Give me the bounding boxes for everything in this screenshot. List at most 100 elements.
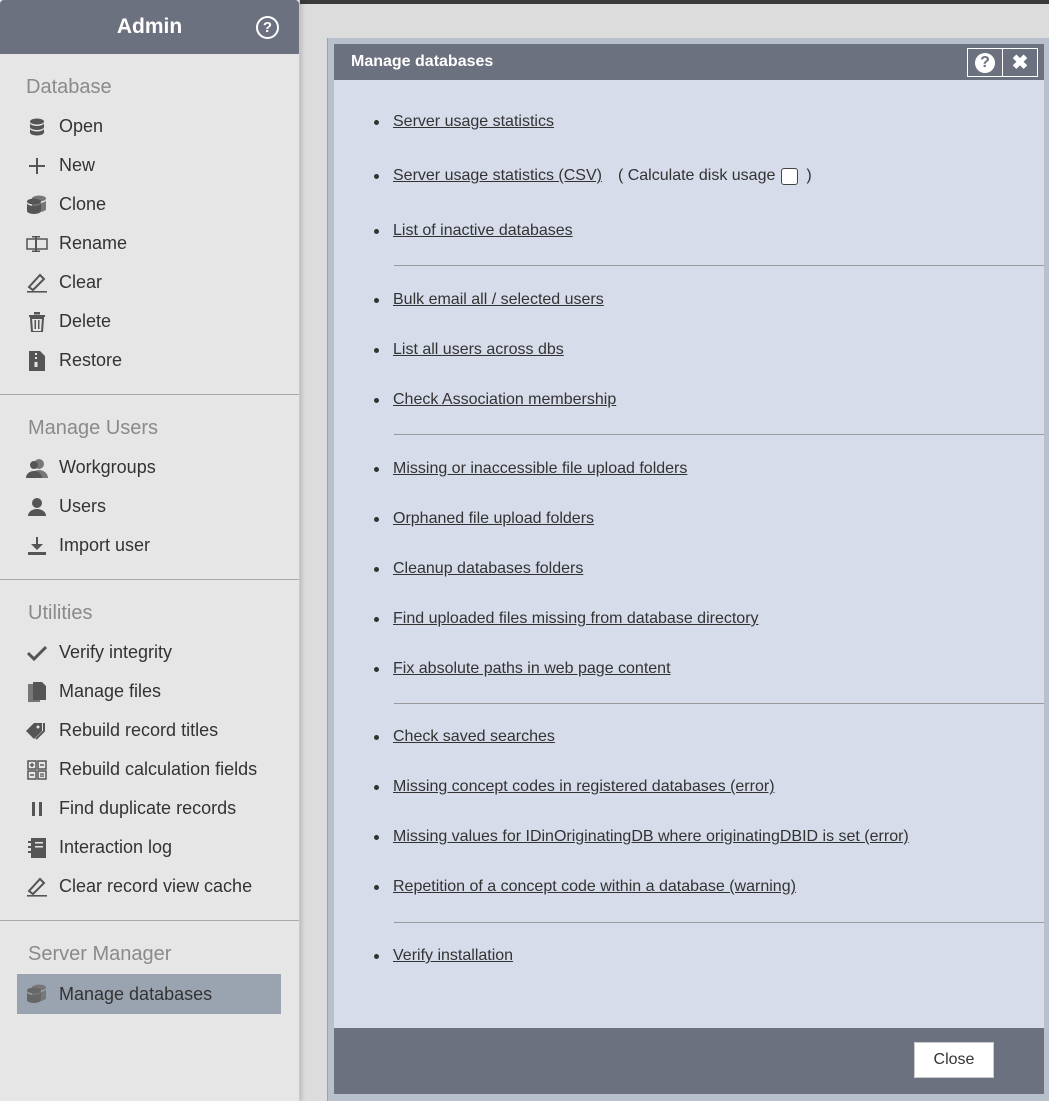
link-missing-upload-folders[interactable]: Missing or inaccessible file upload fold… xyxy=(393,460,687,478)
sidebar-item-open[interactable]: Open xyxy=(0,107,299,146)
sidebar-item-manage-databases[interactable]: Manage databases xyxy=(17,974,281,1014)
sidebar-title: Admin xyxy=(116,15,183,38)
archive-file-icon xyxy=(26,350,48,372)
eraser-icon xyxy=(26,876,48,898)
top-border xyxy=(300,0,1049,4)
list-item: Repetition of a concept code within a da… xyxy=(374,875,796,899)
sidebar-item-label: Import user xyxy=(59,535,151,555)
sidebar-item-workgroups[interactable]: Workgroups xyxy=(0,448,299,487)
bullet xyxy=(374,834,379,840)
sidebar-item-label: Users xyxy=(59,496,107,516)
bullet xyxy=(374,666,379,672)
list-item: Check saved searches xyxy=(374,725,555,749)
list-item: Missing or inaccessible file upload fold… xyxy=(374,457,687,481)
help-button[interactable]: ? xyxy=(968,49,1002,76)
link-cleanup-folders[interactable]: Cleanup databases folders xyxy=(393,560,583,578)
divider xyxy=(394,922,1044,923)
dialog-header-buttons: ? ✖ xyxy=(967,48,1038,77)
sidebar-item-find-duplicates[interactable]: Find duplicate records xyxy=(0,789,299,828)
close-x-button[interactable]: ✖ xyxy=(1002,49,1037,76)
list-item: Missing values for IDinOriginatingDB whe… xyxy=(374,825,909,849)
sidebar-item-restore[interactable]: Restore xyxy=(0,341,299,380)
divider xyxy=(394,265,1044,266)
divider xyxy=(394,703,1044,704)
bullet xyxy=(374,466,379,472)
dialog-footer: Close xyxy=(334,1028,1044,1094)
database-icon xyxy=(26,983,48,1005)
sidebar-item-delete[interactable]: Delete xyxy=(0,302,299,341)
bullet xyxy=(374,566,379,572)
divider xyxy=(394,434,1044,435)
link-concept-code-repetition[interactable]: Repetition of a concept code within a da… xyxy=(393,878,796,896)
link-server-usage-statistics-csv[interactable]: Server usage statistics (CSV) xyxy=(393,167,602,185)
sidebar-item-label: Delete xyxy=(59,311,112,331)
sidebar-item-interaction-log[interactable]: Interaction log xyxy=(0,828,299,867)
manage-databases-panel: Manage databases ? ✖ Server usage statis… xyxy=(327,38,1049,1101)
section-utilities: Utilities Verify integrity Manage files … xyxy=(0,580,299,921)
admin-sidebar: Admin ? Database Open New Clone Rename C… xyxy=(0,0,300,1101)
list-item: Server usage statistics (CSV) ( Calculat… xyxy=(374,164,812,188)
calculate-disk-usage-option: ( Calculate disk usage ) xyxy=(618,167,812,185)
calculate-disk-usage-checkbox[interactable] xyxy=(781,167,799,185)
list-item: Fix absolute paths in web page content xyxy=(374,657,671,681)
sidebar-item-label: Interaction log xyxy=(59,837,173,857)
link-missing-concept-codes[interactable]: Missing concept codes in registered data… xyxy=(393,778,775,796)
link-verify-installation[interactable]: Verify installation xyxy=(393,947,513,965)
list-item: Server usage statistics xyxy=(374,110,554,134)
sidebar-item-label: Rename xyxy=(59,233,128,253)
sidebar-item-label: Workgroups xyxy=(59,457,156,477)
section-manage-users: Manage Users Workgroups Users Import use… xyxy=(0,395,299,580)
close-button[interactable]: Close xyxy=(914,1042,994,1078)
help-icon[interactable]: ? xyxy=(256,16,279,39)
link-missing-idin-values[interactable]: Missing values for IDinOriginatingDB whe… xyxy=(393,828,909,846)
sidebar-item-clone[interactable]: Clone xyxy=(0,185,299,224)
sidebar-item-new[interactable]: New xyxy=(0,146,299,185)
section-server-manager: Server Manager Manage databases xyxy=(0,921,299,1028)
trash-icon xyxy=(26,311,48,333)
link-find-uploaded-files[interactable]: Find uploaded files missing from databas… xyxy=(393,610,759,628)
link-list-all-users[interactable]: List all users across dbs xyxy=(393,341,564,359)
link-check-saved-searches[interactable]: Check saved searches xyxy=(393,728,555,746)
link-server-usage-statistics[interactable]: Server usage statistics xyxy=(393,113,554,131)
files-icon xyxy=(26,681,48,703)
sidebar-item-users[interactable]: Users xyxy=(0,487,299,526)
list-item: Find uploaded files missing from databas… xyxy=(374,607,759,631)
calculate-disk-usage-label: ( Calculate disk usage xyxy=(617,167,776,184)
bullet xyxy=(374,347,379,353)
bullet xyxy=(374,953,379,959)
sidebar-item-manage-files[interactable]: Manage files xyxy=(0,672,299,711)
sidebar-item-verify-integrity[interactable]: Verify integrity xyxy=(0,633,299,672)
bullet xyxy=(374,297,379,303)
bullet xyxy=(374,884,379,890)
sidebar-item-import-user[interactable]: Import user xyxy=(0,526,299,565)
sidebar-item-label: Restore xyxy=(59,350,123,370)
link-check-association[interactable]: Check Association membership xyxy=(393,391,616,409)
sidebar-item-rename[interactable]: Rename xyxy=(0,224,299,263)
help-icon: ? xyxy=(975,52,995,73)
sidebar-item-rebuild-titles[interactable]: Rebuild record titles xyxy=(0,711,299,750)
dialog-title: Manage databases xyxy=(351,53,494,70)
list-item: Missing concept codes in registered data… xyxy=(374,775,775,799)
sidebar-item-label: Open xyxy=(59,116,104,136)
sidebar-item-clear[interactable]: Clear xyxy=(0,263,299,302)
sidebar-item-rebuild-calc[interactable]: Rebuild calculation fields xyxy=(0,750,299,789)
section-database: Database Open New Clone Rename Clear Del… xyxy=(0,54,299,395)
list-item: Bulk email all / selected users xyxy=(374,288,604,312)
clone-database-icon xyxy=(26,194,48,216)
paren-close: ) xyxy=(806,167,812,184)
close-icon: ✖ xyxy=(1011,52,1029,74)
section-title: Database xyxy=(26,76,112,98)
link-bulk-email[interactable]: Bulk email all / selected users xyxy=(393,291,604,309)
bullet xyxy=(374,228,379,234)
workgroup-icon xyxy=(26,457,48,479)
bullet xyxy=(374,516,379,522)
sidebar-item-clear-cache[interactable]: Clear record view cache xyxy=(0,867,299,906)
sidebar-item-label: Clear record view cache xyxy=(59,876,253,896)
bullet xyxy=(374,119,379,125)
link-fix-absolute-paths[interactable]: Fix absolute paths in web page content xyxy=(393,660,671,678)
sidebar-item-label: Manage databases xyxy=(59,983,213,1004)
log-book-icon xyxy=(26,837,48,859)
link-list-inactive-databases[interactable]: List of inactive databases xyxy=(393,222,573,240)
bullet xyxy=(374,784,379,790)
link-orphaned-upload-folders[interactable]: Orphaned file upload folders xyxy=(393,510,594,528)
